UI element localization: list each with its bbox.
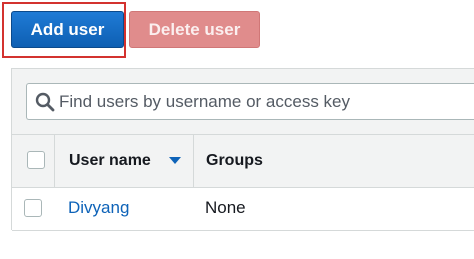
column-divider bbox=[54, 135, 55, 187]
table-row: Divyang None bbox=[12, 188, 474, 231]
search-input[interactable] bbox=[59, 84, 459, 119]
row-checkbox[interactable] bbox=[24, 199, 42, 217]
column-header-groups[interactable]: Groups bbox=[206, 135, 263, 187]
toolbar: Add user Delete user bbox=[0, 0, 474, 62]
sort-descending-icon[interactable] bbox=[169, 157, 181, 165]
search-area bbox=[12, 69, 474, 135]
delete-user-button[interactable]: Delete user bbox=[129, 11, 260, 48]
column-divider bbox=[193, 135, 194, 187]
username-link[interactable]: Divyang bbox=[68, 188, 129, 228]
add-user-button[interactable]: Add user bbox=[11, 11, 124, 48]
groups-cell: None bbox=[205, 198, 246, 217]
table-header-row: User name Groups bbox=[12, 135, 474, 188]
search-box[interactable] bbox=[26, 83, 474, 120]
column-header-username[interactable]: User name bbox=[69, 135, 151, 187]
search-icon bbox=[35, 92, 55, 112]
select-all-checkbox[interactable] bbox=[27, 151, 45, 169]
users-table-panel: User name Groups Divyang None bbox=[11, 68, 474, 231]
